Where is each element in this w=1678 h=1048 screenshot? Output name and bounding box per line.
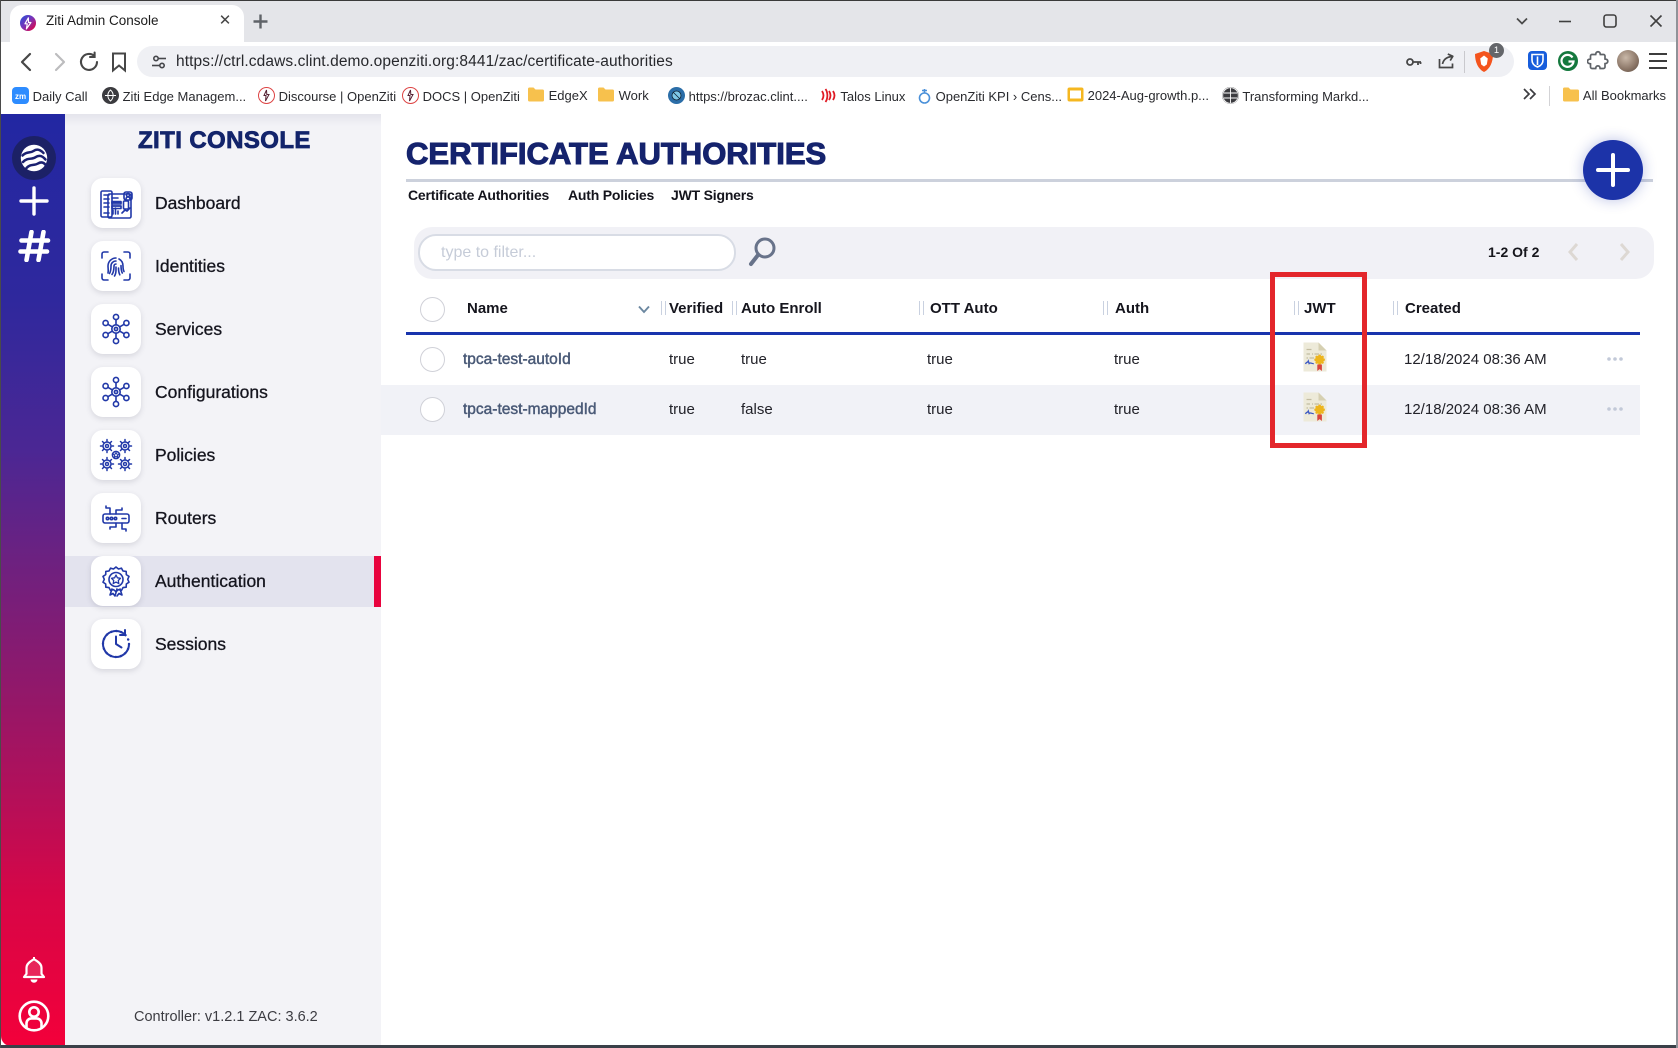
svg-text:zm: zm	[15, 92, 26, 101]
